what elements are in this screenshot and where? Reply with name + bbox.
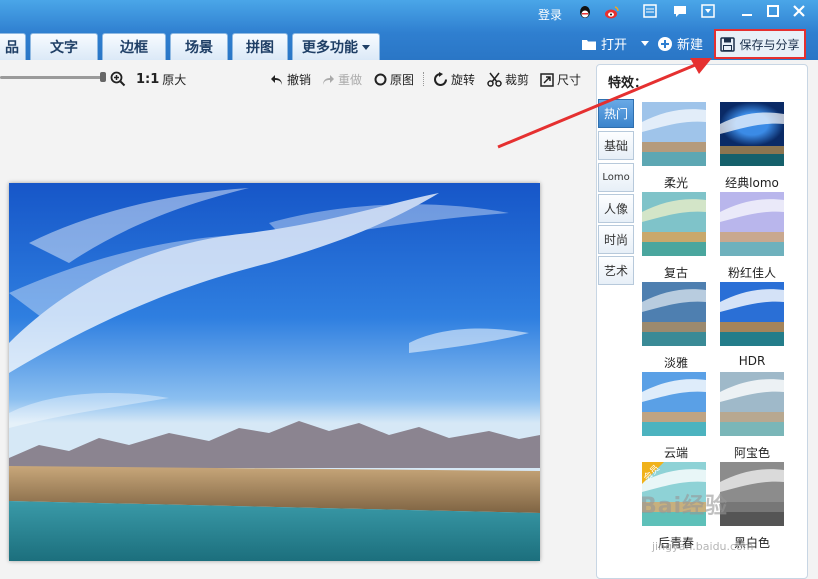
effect-label: 经典lomo [725,176,779,190]
original-button[interactable]: 原图 [374,71,414,88]
category-hot[interactable]: 热门 [598,99,634,128]
watermark-url: jingyan.baidu.com [652,540,754,553]
close-icon[interactable] [790,4,808,22]
effect-thumb-black-white[interactable] [720,462,784,526]
actual-size-button[interactable]: 1:1 原大 [136,71,186,88]
tab-product[interactable]: 品 [0,33,26,60]
zoom-slider-handle[interactable] [100,72,106,82]
resize-button[interactable]: 尺寸 [540,71,581,88]
login-link[interactable]: 登录 [538,6,562,23]
redo-button[interactable]: 重做 [321,71,362,88]
category-portrait[interactable]: 人像 [598,194,634,223]
toolbar-divider [423,72,424,86]
effect-thumb-hdr[interactable] [720,282,784,346]
undo-icon [271,74,282,85]
scissors-icon [487,72,502,87]
minimize-icon[interactable] [738,4,756,22]
effect-thumb-cloud[interactable] [642,372,706,436]
message-icon[interactable] [672,4,688,20]
new-button[interactable]: 新建 [657,34,703,53]
tab-border[interactable]: 边框 [102,33,166,60]
tab-more-features[interactable]: 更多功能 [292,33,380,60]
rotate-button[interactable]: 旋转 [433,71,475,88]
category-fashion[interactable]: 时尚 [598,225,634,254]
effect-thumb-abao-color[interactable] [720,372,784,436]
undo-button[interactable]: 撤销 [270,71,311,88]
effect-thumb-classic-lomo[interactable] [720,102,784,166]
qq-icon[interactable] [577,4,593,20]
effect-thumb-retro[interactable] [642,192,706,256]
effect-label: 粉红佳人 [727,266,776,280]
panel-title: 特效： [608,76,648,91]
maximize-icon[interactable] [764,4,782,22]
effect-label: HDR [738,354,766,368]
effect-thumb-soft-light[interactable] [642,102,706,166]
circle-icon [374,73,387,86]
main-photo [9,183,540,561]
chevron-down-icon[interactable] [641,41,650,46]
effect-thumb-pink-lady[interactable] [720,192,784,256]
page-icon[interactable] [642,4,658,20]
main-tabs: 品 文字 边框 场景 拼图 更多功能 [0,31,380,60]
save-icon [720,36,736,52]
tab-scene[interactable]: 场景 [170,33,228,60]
rotate-icon [434,72,447,86]
zoom-in-icon [110,71,126,87]
open-button[interactable]: 打开 [581,34,650,53]
effect-label: 阿宝色 [733,446,770,460]
zoom-slider[interactable] [0,76,104,79]
tab-collage[interactable]: 拼图 [232,33,288,60]
category-art[interactable]: 艺术 [598,256,634,285]
category-lomo[interactable]: Lomo [598,163,634,192]
plus-circle-icon [658,36,672,51]
redo-icon [323,74,334,85]
resize-icon [540,72,554,87]
crop-button[interactable]: 裁剪 [487,71,529,88]
folder-icon [582,39,596,50]
chevron-down-icon [362,44,370,50]
weibo-icon[interactable] [604,4,620,20]
dropdown-menu-icon[interactable] [700,4,716,20]
watermark: Bai经验 [640,494,729,519]
tab-text[interactable]: 文字 [30,33,98,60]
save-share-button[interactable]: 保存与分享 [714,29,806,59]
effect-thumb-elegant[interactable] [642,282,706,346]
zoom-in-button[interactable] [110,71,126,87]
category-basic[interactable]: 基础 [598,131,634,160]
